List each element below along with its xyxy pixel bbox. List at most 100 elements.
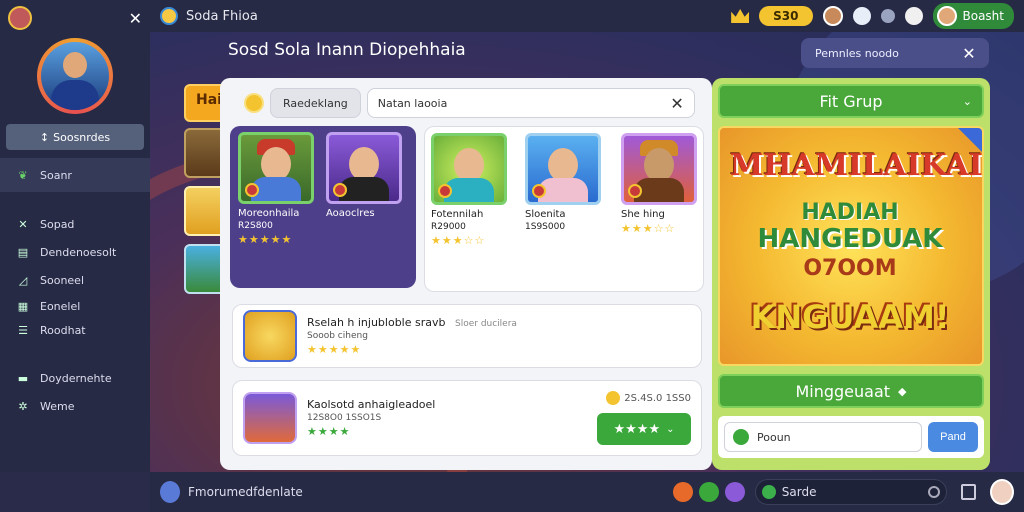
- tools-icon: ✕: [18, 217, 28, 231]
- game-list-panel: Raedeklang ✕ Moreonhaila R2S800 ★★★★★: [220, 78, 712, 470]
- purple-action-icon[interactable]: [724, 482, 745, 502]
- game-subtitle: R2S800: [238, 221, 273, 231]
- peek-card-hero[interactable]: [184, 244, 224, 294]
- promo-line-1: MHAMILAIKAI: [730, 148, 983, 183]
- app-title: Soda Fhioa: [186, 8, 258, 24]
- top-bar: Soda Fhioa S30 Boasht: [150, 0, 1024, 32]
- sidebar-item-4[interactable]: ▦ Eonelel: [0, 294, 150, 318]
- page-title: Sosd Sola Inann Diopehhaia: [228, 40, 466, 60]
- list-item-subtitle: Sooob ciheng: [307, 331, 368, 341]
- star-rating: ★★★☆☆: [431, 234, 486, 247]
- filter-chip-label: Raedeklang: [283, 96, 348, 110]
- game-card[interactable]: Sloenita 1S9S000: [525, 133, 601, 232]
- star-rating: ★★★★★: [307, 343, 362, 356]
- sidebar-item-label: Sopad: [40, 217, 75, 231]
- sidebar-item-2[interactable]: ▤ Dendenoesolt: [0, 238, 150, 266]
- game-card[interactable]: She hing ★★★☆☆: [621, 133, 697, 235]
- list-item-text: Kaolsotd anhaigleadoel 12S8O0 1SSO1S ★★★…: [307, 398, 435, 438]
- game-thumbnail: [326, 132, 402, 204]
- sidebar-item-0[interactable]: ❦ Soanr: [0, 158, 150, 192]
- list-item-actions: 2S.4S.0 1SS0 ★★★★ ⌄: [597, 391, 691, 445]
- promo-cta-button[interactable]: Minggeuaat ◆: [718, 374, 984, 408]
- settings-icon[interactable]: [880, 9, 895, 23]
- coin-icon: [606, 391, 621, 405]
- bottom-bar: Fmorumedfdenlate Sarde: [150, 472, 1024, 512]
- orange-action-icon[interactable]: [672, 482, 693, 502]
- rate-button[interactable]: ★★★★ ⌄: [597, 413, 691, 445]
- leaf-icon: ❦: [18, 168, 28, 182]
- list-item-title: Kaolsotd anhaigleadoel: [307, 398, 436, 411]
- chat-input[interactable]: Pooun: [724, 422, 922, 452]
- green-action-icon[interactable]: [698, 482, 719, 502]
- rank-badge-icon: [628, 184, 642, 198]
- sidebar-item-7[interactable]: ✲ Weme: [0, 392, 150, 420]
- promo-line-4: O7OOM: [803, 256, 897, 281]
- send-button[interactable]: Pand: [928, 422, 978, 452]
- peek-tab[interactable]: Hai: [184, 84, 224, 122]
- peek-card-character[interactable]: [184, 128, 224, 178]
- profile-name-tag[interactable]: ↕ Soosnrdes: [6, 124, 144, 150]
- game-card[interactable]: Moreonhaila R2S800 ★★★★★: [238, 132, 314, 246]
- list-item[interactable]: Kaolsotd anhaigleadoel 12S8O0 1SSO1S ★★★…: [232, 380, 702, 456]
- window-icon[interactable]: [961, 484, 976, 500]
- sidebar-item-3[interactable]: ◿ Sooneel: [0, 266, 150, 294]
- search-input-field[interactable]: [377, 96, 671, 110]
- star-rating: ★★★★★: [238, 233, 293, 246]
- chat-input-placeholder: Pooun: [757, 430, 791, 444]
- promo-panel: Fit Grup ⌄ MHAMILAIKAI HADIAH HANGEDUAK …: [712, 78, 990, 470]
- rate-button-label: ★★★★: [613, 421, 661, 436]
- sidebar-item-5[interactable]: ☰ Roodhat: [0, 318, 150, 342]
- featured-card-group: Moreonhaila R2S800 ★★★★★ Aoaoclres: [230, 126, 416, 288]
- promo-cta-label: Minggeuaat: [795, 381, 891, 401]
- chat-composer: Pooun Pand: [718, 416, 984, 458]
- sidebar-item-label: Roodhat: [40, 323, 86, 337]
- game-title: Moreonhaila: [238, 208, 300, 219]
- profile-avatar[interactable]: [37, 38, 113, 114]
- promo-line-3: HANGEDUAK: [757, 224, 943, 254]
- grid-icon: ▦: [17, 299, 29, 313]
- friend-avatar[interactable]: [822, 6, 843, 26]
- coin-balance[interactable]: S30: [759, 6, 813, 26]
- search-input[interactable]: ✕: [366, 88, 695, 118]
- user-avatar-small[interactable]: [8, 6, 32, 30]
- promo-line-2: HADIAH: [801, 200, 899, 225]
- sidebar-header: ✕: [0, 4, 150, 32]
- bottom-chat-input[interactable]: Sarde: [754, 479, 948, 505]
- user-icon[interactable]: [160, 481, 181, 503]
- coin-icon: [244, 93, 264, 113]
- list-item-text: Rselah h injubloble sravb Sloer ducilera…: [307, 316, 517, 356]
- filter-chip[interactable]: Raedeklang: [270, 88, 361, 118]
- price-value: 2S.4S.0 1SS0: [624, 392, 691, 404]
- close-icon[interactable]: ✕: [949, 44, 989, 63]
- pin-icon: ↕: [39, 130, 50, 144]
- close-icon[interactable]: ✕: [129, 9, 142, 28]
- chevron-down-icon: ⌄: [666, 423, 675, 435]
- crown-icon[interactable]: [731, 9, 750, 23]
- sidebar-item-1[interactable]: ✕ Sopad: [0, 210, 150, 238]
- group-dropdown[interactable]: Fit Grup ⌄: [718, 84, 984, 118]
- rank-badge-icon: [532, 184, 546, 198]
- list-item[interactable]: Rselah h injubloble sravb Sloer ducilera…: [232, 304, 702, 368]
- stage-search-pill[interactable]: Pemnles noodo ✕: [801, 38, 989, 68]
- profile-badge[interactable]: Boasht: [932, 3, 1014, 29]
- star-rating: ★★★☆☆: [621, 222, 676, 235]
- game-card[interactable]: Aoaoclres: [326, 132, 402, 219]
- user-avatar[interactable]: [990, 479, 1015, 505]
- quick-actions: [672, 482, 745, 502]
- game-title: Aoaoclres: [326, 208, 375, 219]
- sidebar-item-6[interactable]: ▬ Doydernehte: [0, 364, 150, 392]
- bottom-user-text: Fmorumedfdenlate: [188, 485, 303, 499]
- clear-search-icon[interactable]: ✕: [670, 94, 683, 113]
- notification-icon[interactable]: [852, 7, 871, 25]
- game-card[interactable]: Fotennilah R29000 ★★★☆☆: [431, 133, 507, 247]
- promo-banner[interactable]: MHAMILAIKAI HADIAH HANGEDUAK O7OOM KNGUA…: [718, 126, 984, 366]
- stage-search-label: Pemnles noodo: [815, 46, 899, 60]
- badge-label: Boasht: [962, 9, 1005, 23]
- dog-icon[interactable]: [904, 7, 923, 25]
- sidebar-item-label: Doydernehte: [40, 371, 112, 385]
- peek-card-coin[interactable]: [184, 186, 224, 236]
- search-icon[interactable]: [928, 486, 941, 498]
- peek-tab-label: Hai: [196, 92, 222, 108]
- bottom-chat-text: Sarde: [781, 485, 817, 499]
- send-button-label: Pand: [940, 431, 966, 443]
